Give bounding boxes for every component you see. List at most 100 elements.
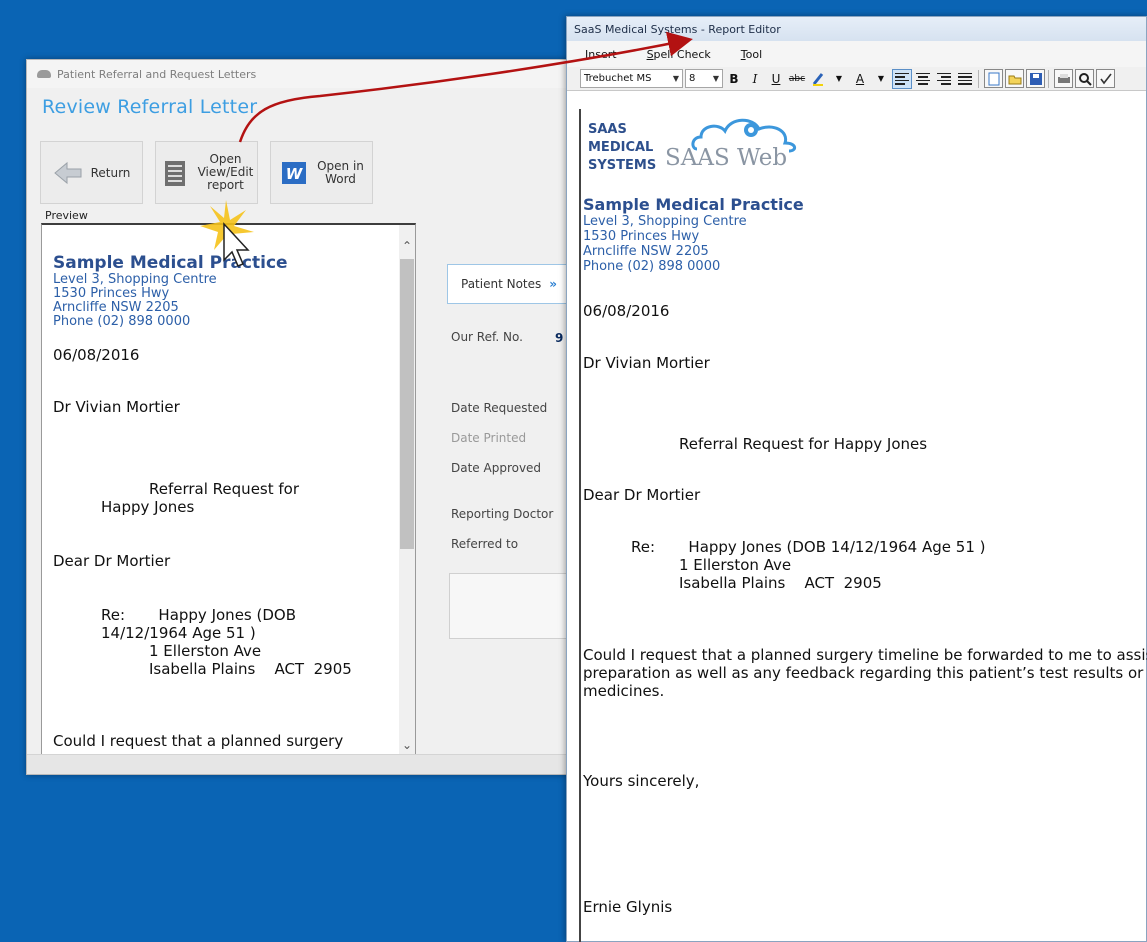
highlight-dropdown-icon[interactable]: ▼	[829, 69, 849, 89]
re-label: Re:	[101, 606, 126, 624]
justify-button[interactable]	[955, 69, 975, 89]
window-title: Patient Referral and Request Letters	[57, 67, 257, 81]
checkmark-icon	[1099, 73, 1112, 84]
font-size-select[interactable]: 8 ▼	[685, 69, 723, 88]
return-button[interactable]: Return	[40, 141, 143, 204]
toolbar-separator	[1048, 69, 1049, 88]
floppy-icon	[1029, 72, 1042, 85]
address-line: 1530 Princes Hwy	[583, 229, 700, 244]
font-color-button[interactable]: A	[850, 69, 870, 89]
spell-check-icon[interactable]	[1096, 69, 1115, 88]
document-icon	[164, 160, 185, 186]
word-icon: W	[282, 161, 307, 184]
letter-date: 06/08/2016	[583, 302, 670, 320]
save-icon[interactable]	[1026, 69, 1045, 88]
open-in-word-label: Open in Word	[317, 158, 364, 186]
salutation: Dear Dr Mortier	[53, 552, 171, 570]
letter-preview[interactable]: Sample Medical Practice Level 3, Shoppin…	[41, 223, 416, 755]
address-line: Arncliffe NSW 2205	[583, 244, 709, 259]
our-ref-value: 9	[555, 331, 564, 345]
scroll-down-icon[interactable]: ⌄	[399, 736, 415, 754]
font-size-value: 8	[689, 73, 696, 84]
address-line: Level 3, Shopping Centre	[583, 214, 747, 229]
address-line: 1530 Princes Hwy	[53, 286, 170, 301]
phone-line: Phone (02) 898 0000	[583, 259, 721, 274]
logo-web-text: SAAS Web	[665, 145, 788, 171]
menu-tool[interactable]: Tool	[741, 48, 762, 61]
printer-icon	[1057, 73, 1070, 83]
date-printed-label: Date Printed	[451, 431, 527, 445]
logo-line: MEDICAL	[588, 140, 654, 155]
align-left-button[interactable]	[892, 68, 912, 89]
align-right-icon	[937, 72, 951, 85]
letter-subject: Referral Request for Happy Jones	[679, 435, 928, 453]
referred-to-label: Referred to	[451, 537, 519, 551]
align-center-button[interactable]	[913, 69, 933, 89]
chevron-down-icon: »	[549, 277, 558, 291]
logo-line: SAAS	[588, 122, 627, 137]
signature: Ernie Glynis	[583, 898, 673, 916]
document-editor[interactable]: SAAS MEDICAL SYSTEMS SAAS Web Sample Med…	[579, 109, 1147, 942]
report-editor-window: SaaS Medical Systems - Report Editor Ins…	[566, 16, 1147, 942]
font-color-dropdown-icon[interactable]: ▼	[871, 69, 891, 89]
dropdown-arrow-icon: ▼	[712, 74, 719, 83]
window-titlebar: Patient Referral and Request Letters	[27, 60, 570, 88]
open-in-word-button[interactable]: W Open in Word	[270, 141, 373, 204]
reporting-doctor-label: Reporting Doctor	[451, 507, 554, 521]
print-icon[interactable]	[1054, 69, 1073, 88]
letter-body: preparation as well as any feedback rega…	[583, 664, 1147, 682]
back-arrow-icon	[53, 161, 82, 184]
re-block: Re: Happy Jones (DOB 14/12/1964 Age 51 )	[101, 606, 331, 642]
new-document-icon[interactable]	[984, 69, 1003, 88]
preview-label: Preview	[45, 209, 88, 222]
click-cursor-icon	[200, 200, 254, 267]
highlight-button[interactable]	[808, 69, 828, 89]
find-icon[interactable]	[1075, 69, 1094, 88]
menu-bar: Insert Spell Check Tool	[567, 41, 1146, 67]
underline-button[interactable]: U	[766, 69, 786, 89]
date-approved-label: Date Approved	[451, 461, 542, 475]
font-family-select[interactable]: Trebuchet MS ▼	[580, 69, 683, 88]
notes-field[interactable]	[449, 573, 572, 639]
align-center-icon	[916, 72, 930, 85]
letter-date: 06/08/2016	[53, 346, 140, 364]
patient-notes-tab[interactable]: Patient Notes »	[447, 264, 572, 304]
preview-scrollbar[interactable]: ⌃ ⌄	[399, 225, 415, 754]
re-block: Re: Happy Jones (DOB 14/12/1964 Age 51 )	[631, 538, 1147, 556]
recipient-doctor: Dr Vivian Mortier	[53, 398, 180, 416]
letter-body: medicines.	[583, 682, 665, 700]
letter-body: Could I request that a planned surgery	[53, 732, 344, 750]
open-folder-icon[interactable]	[1005, 69, 1024, 88]
format-toolbar: Trebuchet MS ▼ 8 ▼ B I U abc ▼ A ▼	[567, 67, 1146, 91]
window-title: SaaS Medical Systems - Report Editor	[574, 22, 781, 36]
strikethrough-button[interactable]: abc	[787, 69, 807, 89]
patient-address: Isabella Plains ACT 2905	[149, 660, 352, 678]
letter-subject: Referral Request for Happy Jones	[101, 480, 300, 516]
folder-icon	[1008, 75, 1021, 84]
scroll-thumb[interactable]	[400, 259, 414, 549]
cloud-icon	[37, 70, 51, 78]
magnifier-icon	[1078, 72, 1092, 86]
patient-address: Isabella Plains ACT 2905	[679, 574, 882, 592]
page-title: Review Referral Letter	[42, 96, 258, 118]
menu-insert[interactable]: Insert	[585, 48, 617, 61]
logo-text: SAAS MEDICAL SYSTEMS	[588, 121, 656, 175]
salutation: Dear Dr Mortier	[583, 486, 701, 504]
open-edit-report-button[interactable]: Open View/Edit report	[155, 141, 258, 204]
italic-button[interactable]: I	[745, 69, 765, 89]
patient-name: Happy Jones (DOB 14/12/1964 Age 51 )	[688, 538, 986, 556]
company-logo: SAAS MEDICAL SYSTEMS SAAS Web	[583, 109, 803, 173]
practice-name: Sample Medical Practice	[583, 195, 804, 214]
return-button-label: Return	[90, 165, 131, 180]
align-left-icon	[895, 72, 909, 85]
address-line: Arncliffe NSW 2205	[53, 300, 179, 315]
justify-icon	[958, 72, 972, 85]
scroll-up-icon[interactable]: ⌃	[399, 237, 415, 255]
toolbar-separator	[978, 69, 979, 88]
bold-button[interactable]: B	[724, 69, 744, 89]
recipient-doctor: Dr Vivian Mortier	[583, 354, 710, 372]
highlighter-icon	[812, 72, 824, 86]
menu-spell-check[interactable]: Spell Check	[647, 48, 711, 61]
window-titlebar: SaaS Medical Systems - Report Editor	[567, 17, 1146, 41]
align-right-button[interactable]	[934, 69, 954, 89]
